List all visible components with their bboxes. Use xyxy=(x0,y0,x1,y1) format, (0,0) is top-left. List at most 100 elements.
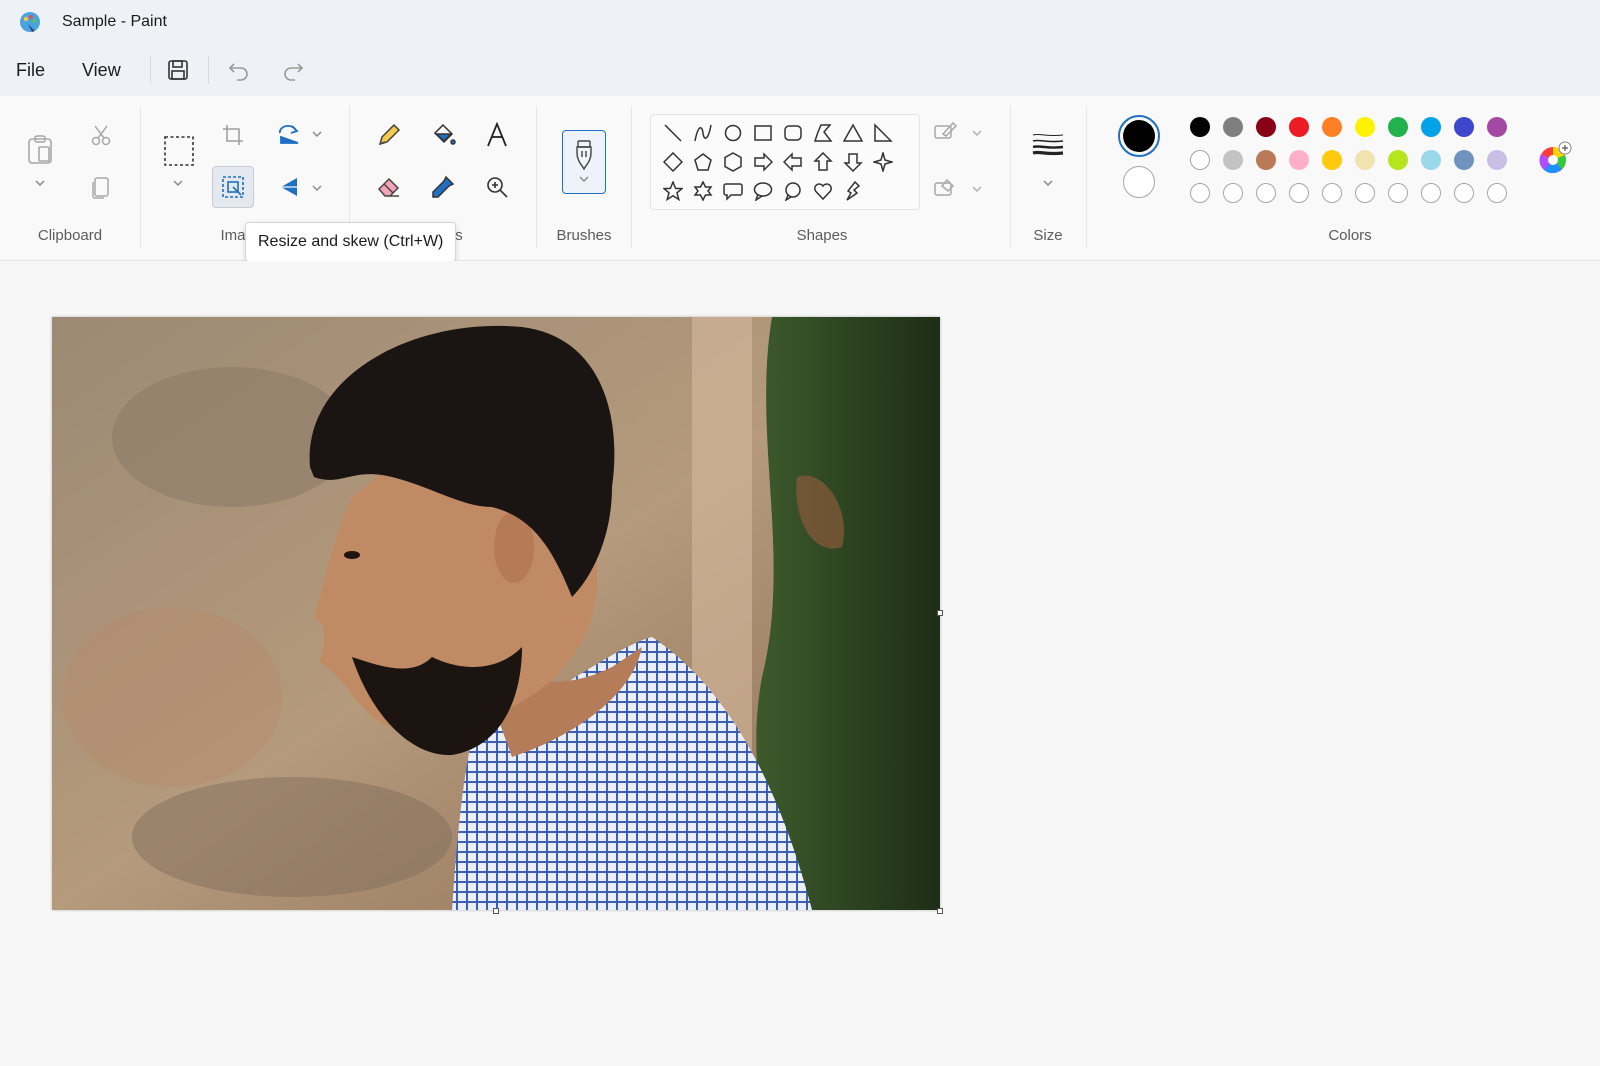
resize-skew-button[interactable] xyxy=(212,166,254,208)
shape-down-arrow[interactable] xyxy=(841,150,865,174)
color-swatch[interactable] xyxy=(1355,150,1375,170)
shape-rounded-rectangle[interactable] xyxy=(781,121,805,145)
size-button[interactable] xyxy=(1028,126,1068,162)
color-swatch[interactable] xyxy=(1256,150,1276,170)
brushes-button[interactable] xyxy=(562,130,606,194)
shape-heart[interactable] xyxy=(811,179,835,203)
color-swatch[interactable] xyxy=(1322,183,1342,203)
edit-colors-button[interactable] xyxy=(1537,140,1573,176)
chevron-down-icon[interactable] xyxy=(33,178,47,188)
canvas-resize-handle[interactable] xyxy=(937,908,943,914)
shape-triangle[interactable] xyxy=(841,121,865,145)
shape-fill-icon xyxy=(934,178,955,196)
shape-curve[interactable] xyxy=(691,121,715,145)
shape-six-point-star[interactable] xyxy=(691,179,715,203)
color-swatch[interactable] xyxy=(1421,150,1441,170)
magnifier-tool[interactable] xyxy=(476,166,518,208)
color-swatch[interactable] xyxy=(1190,117,1210,137)
shape-lightning[interactable] xyxy=(841,179,865,203)
color-swatch[interactable] xyxy=(1388,183,1408,203)
color-swatch[interactable] xyxy=(1256,183,1276,203)
shape-oval-callout[interactable] xyxy=(751,179,775,203)
redo-button[interactable] xyxy=(276,54,310,86)
pencil-tool[interactable] xyxy=(368,114,410,156)
cut-button[interactable] xyxy=(80,114,122,156)
save-button[interactable] xyxy=(161,54,195,86)
color-swatch[interactable] xyxy=(1487,150,1507,170)
primary-color-swatch[interactable] xyxy=(1123,120,1155,152)
select-button[interactable] xyxy=(158,130,200,172)
menu-divider xyxy=(208,56,209,84)
color-swatch[interactable] xyxy=(1388,117,1408,137)
color-swatch[interactable] xyxy=(1355,117,1375,137)
color-picker-tool[interactable] xyxy=(422,166,464,208)
color-swatch[interactable] xyxy=(1223,150,1243,170)
menu-divider xyxy=(150,56,151,84)
chevron-down-icon[interactable] xyxy=(970,184,984,194)
color-swatch[interactable] xyxy=(1322,117,1342,137)
flip-button[interactable] xyxy=(268,166,310,208)
canvas-resize-handle[interactable] xyxy=(493,908,499,914)
color-swatch[interactable] xyxy=(1289,117,1309,137)
line-icon xyxy=(664,124,682,142)
undo-button[interactable] xyxy=(222,54,256,86)
color-swatch[interactable] xyxy=(1190,183,1210,203)
color-swatch[interactable] xyxy=(1421,183,1441,203)
shape-left-arrow[interactable] xyxy=(781,150,805,174)
color-swatch[interactable] xyxy=(1487,183,1507,203)
color-swatch[interactable] xyxy=(1454,117,1474,137)
paste-button[interactable] xyxy=(20,130,60,170)
outline-button[interactable] xyxy=(930,116,960,146)
color-swatch[interactable] xyxy=(1454,150,1474,170)
shape-pentagon[interactable] xyxy=(691,150,715,174)
shape-oval[interactable] xyxy=(721,121,745,145)
title-bar: Sample - Paint xyxy=(0,0,1600,44)
color-swatch[interactable] xyxy=(1454,183,1474,203)
shape-polygon[interactable] xyxy=(811,121,835,145)
chevron-down-icon[interactable] xyxy=(1041,178,1055,188)
canvas-resize-handle[interactable] xyxy=(937,610,943,616)
rotate-icon xyxy=(279,125,299,144)
shape-rectangle[interactable] xyxy=(751,121,775,145)
view-menu[interactable]: View xyxy=(82,60,121,81)
color-swatch[interactable] xyxy=(1487,117,1507,137)
shape-line[interactable] xyxy=(661,121,685,145)
six-point-star-icon xyxy=(693,181,713,201)
color-swatch[interactable] xyxy=(1421,117,1441,137)
shape-rectangular-callout[interactable] xyxy=(721,179,745,203)
shape-up-arrow[interactable] xyxy=(811,150,835,174)
color-swatch[interactable] xyxy=(1256,117,1276,137)
shape-cloud-callout[interactable] xyxy=(781,179,805,203)
chevron-down-icon[interactable] xyxy=(310,183,324,193)
color-swatch[interactable] xyxy=(1388,150,1408,170)
right-triangle-icon xyxy=(874,123,893,142)
shape-right-arrow[interactable] xyxy=(751,150,775,174)
drawing-canvas[interactable] xyxy=(52,317,940,910)
rounded-rectangle-icon xyxy=(784,125,802,141)
shape-right-triangle[interactable] xyxy=(871,121,895,145)
shape-four-point-star[interactable] xyxy=(871,150,895,174)
copy-button[interactable] xyxy=(80,166,122,208)
color-swatch[interactable] xyxy=(1289,150,1309,170)
secondary-color-swatch[interactable] xyxy=(1123,166,1155,198)
text-tool[interactable] xyxy=(476,114,518,156)
shape-hexagon[interactable] xyxy=(721,150,745,174)
crop-button[interactable] xyxy=(212,114,254,156)
color-swatch[interactable] xyxy=(1223,117,1243,137)
fill-style-button[interactable] xyxy=(930,172,960,202)
chevron-down-icon[interactable] xyxy=(970,128,984,138)
shape-diamond[interactable] xyxy=(661,150,685,174)
chevron-down-icon[interactable] xyxy=(310,129,324,139)
rotate-button[interactable] xyxy=(268,114,310,156)
color-swatch[interactable] xyxy=(1322,150,1342,170)
color-swatch[interactable] xyxy=(1289,183,1309,203)
fill-tool[interactable] xyxy=(422,114,464,156)
color-swatch[interactable] xyxy=(1190,150,1210,170)
color-swatch[interactable] xyxy=(1355,183,1375,203)
file-menu[interactable]: File xyxy=(16,60,45,81)
eraser-tool[interactable] xyxy=(368,166,410,208)
color-swatch[interactable] xyxy=(1223,183,1243,203)
paint-bucket-icon xyxy=(433,123,456,145)
chevron-down-icon[interactable] xyxy=(171,178,185,188)
shape-five-point-star[interactable] xyxy=(661,179,685,203)
